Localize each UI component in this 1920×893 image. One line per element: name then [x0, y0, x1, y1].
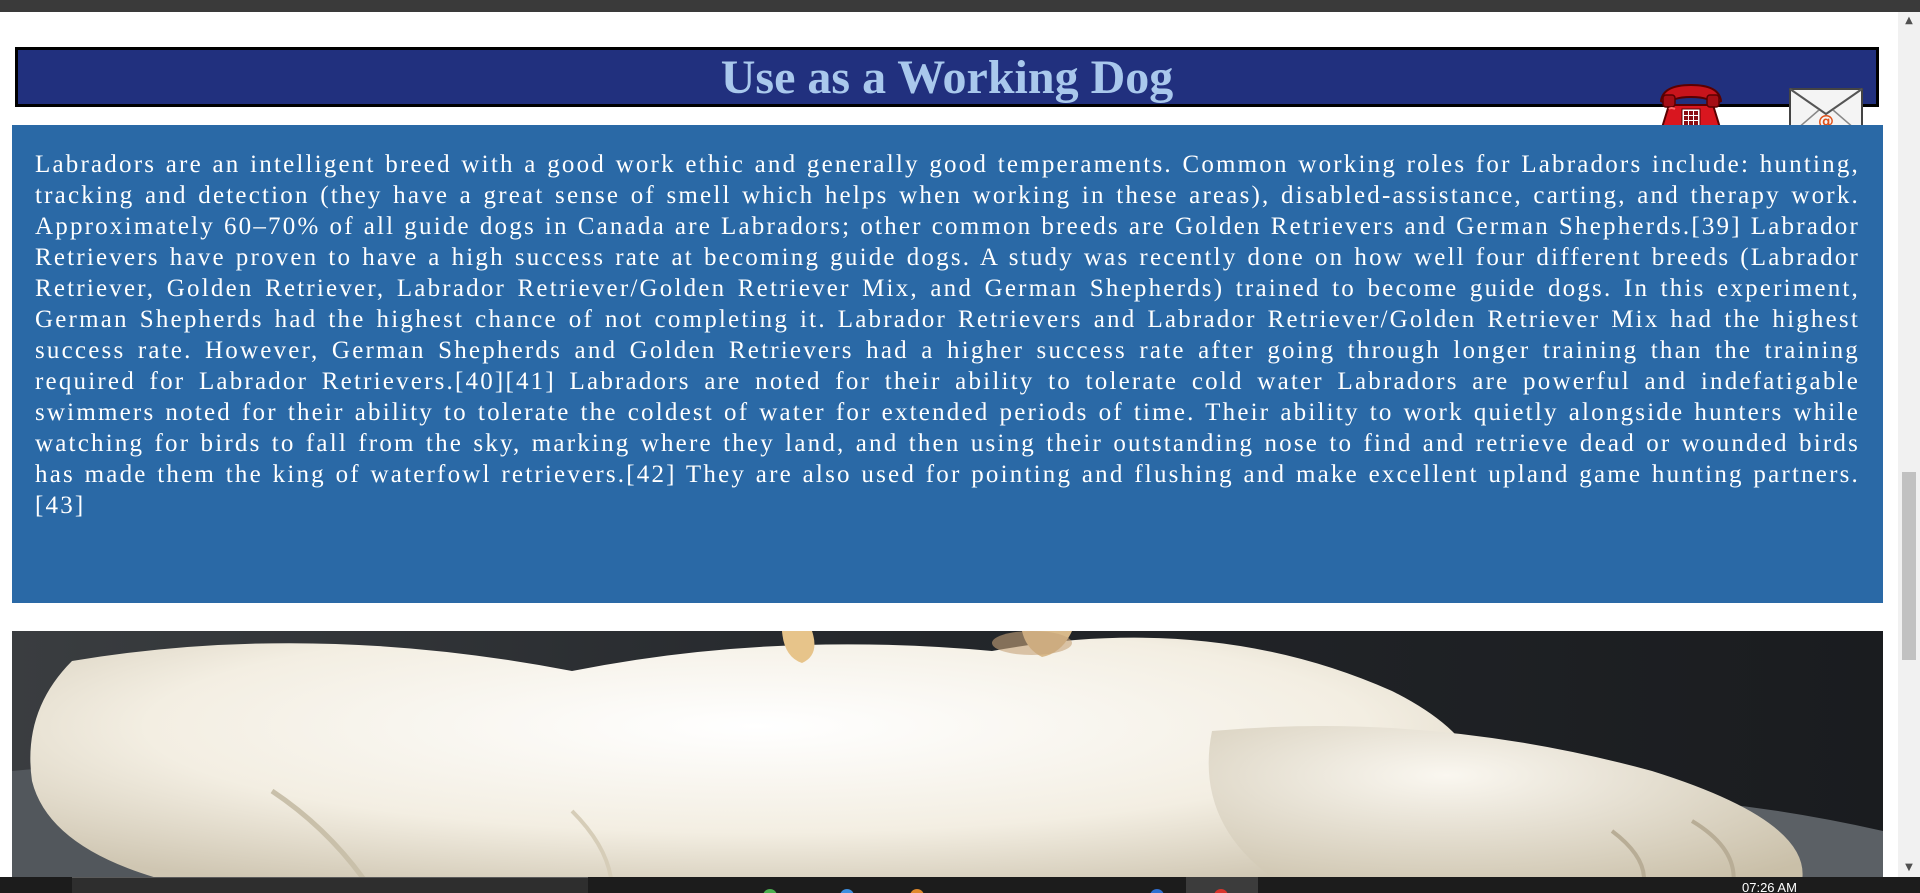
taskbar-search-box[interactable]: [72, 877, 588, 893]
scrollbar-thumb[interactable]: [1902, 472, 1916, 660]
working-dog-content: Labradors are an intelligent breed with …: [12, 125, 1883, 603]
working-dog-paragraph: Labradors are an intelligent breed with …: [35, 151, 1860, 519]
taskbar-app-icon[interactable]: [763, 889, 777, 893]
scroll-up-arrow-icon[interactable]: ▲: [1898, 12, 1920, 30]
labrador-puppy-photo: [12, 631, 1883, 877]
labrador-puppy-image: [12, 631, 1883, 877]
taskbar-app-icon[interactable]: [1150, 889, 1164, 893]
vertical-scrollbar[interactable]: ▲ ▼: [1898, 12, 1920, 877]
taskbar-clock[interactable]: 07:26 AM: [1742, 881, 1797, 893]
taskbar-app-icon[interactable]: [910, 889, 924, 893]
os-taskbar: 07:26 AM: [0, 877, 1920, 893]
browser-top-strip: [0, 0, 1920, 12]
scroll-down-arrow-icon[interactable]: ▼: [1898, 859, 1920, 877]
section-title-banner: Use as a Working Dog @: [15, 47, 1879, 138]
page-content: Use as a Working Dog @ Labradors are an …: [0, 12, 1898, 877]
taskbar-app-icon[interactable]: [840, 889, 854, 893]
section-title: Use as a Working Dog: [720, 51, 1174, 104]
